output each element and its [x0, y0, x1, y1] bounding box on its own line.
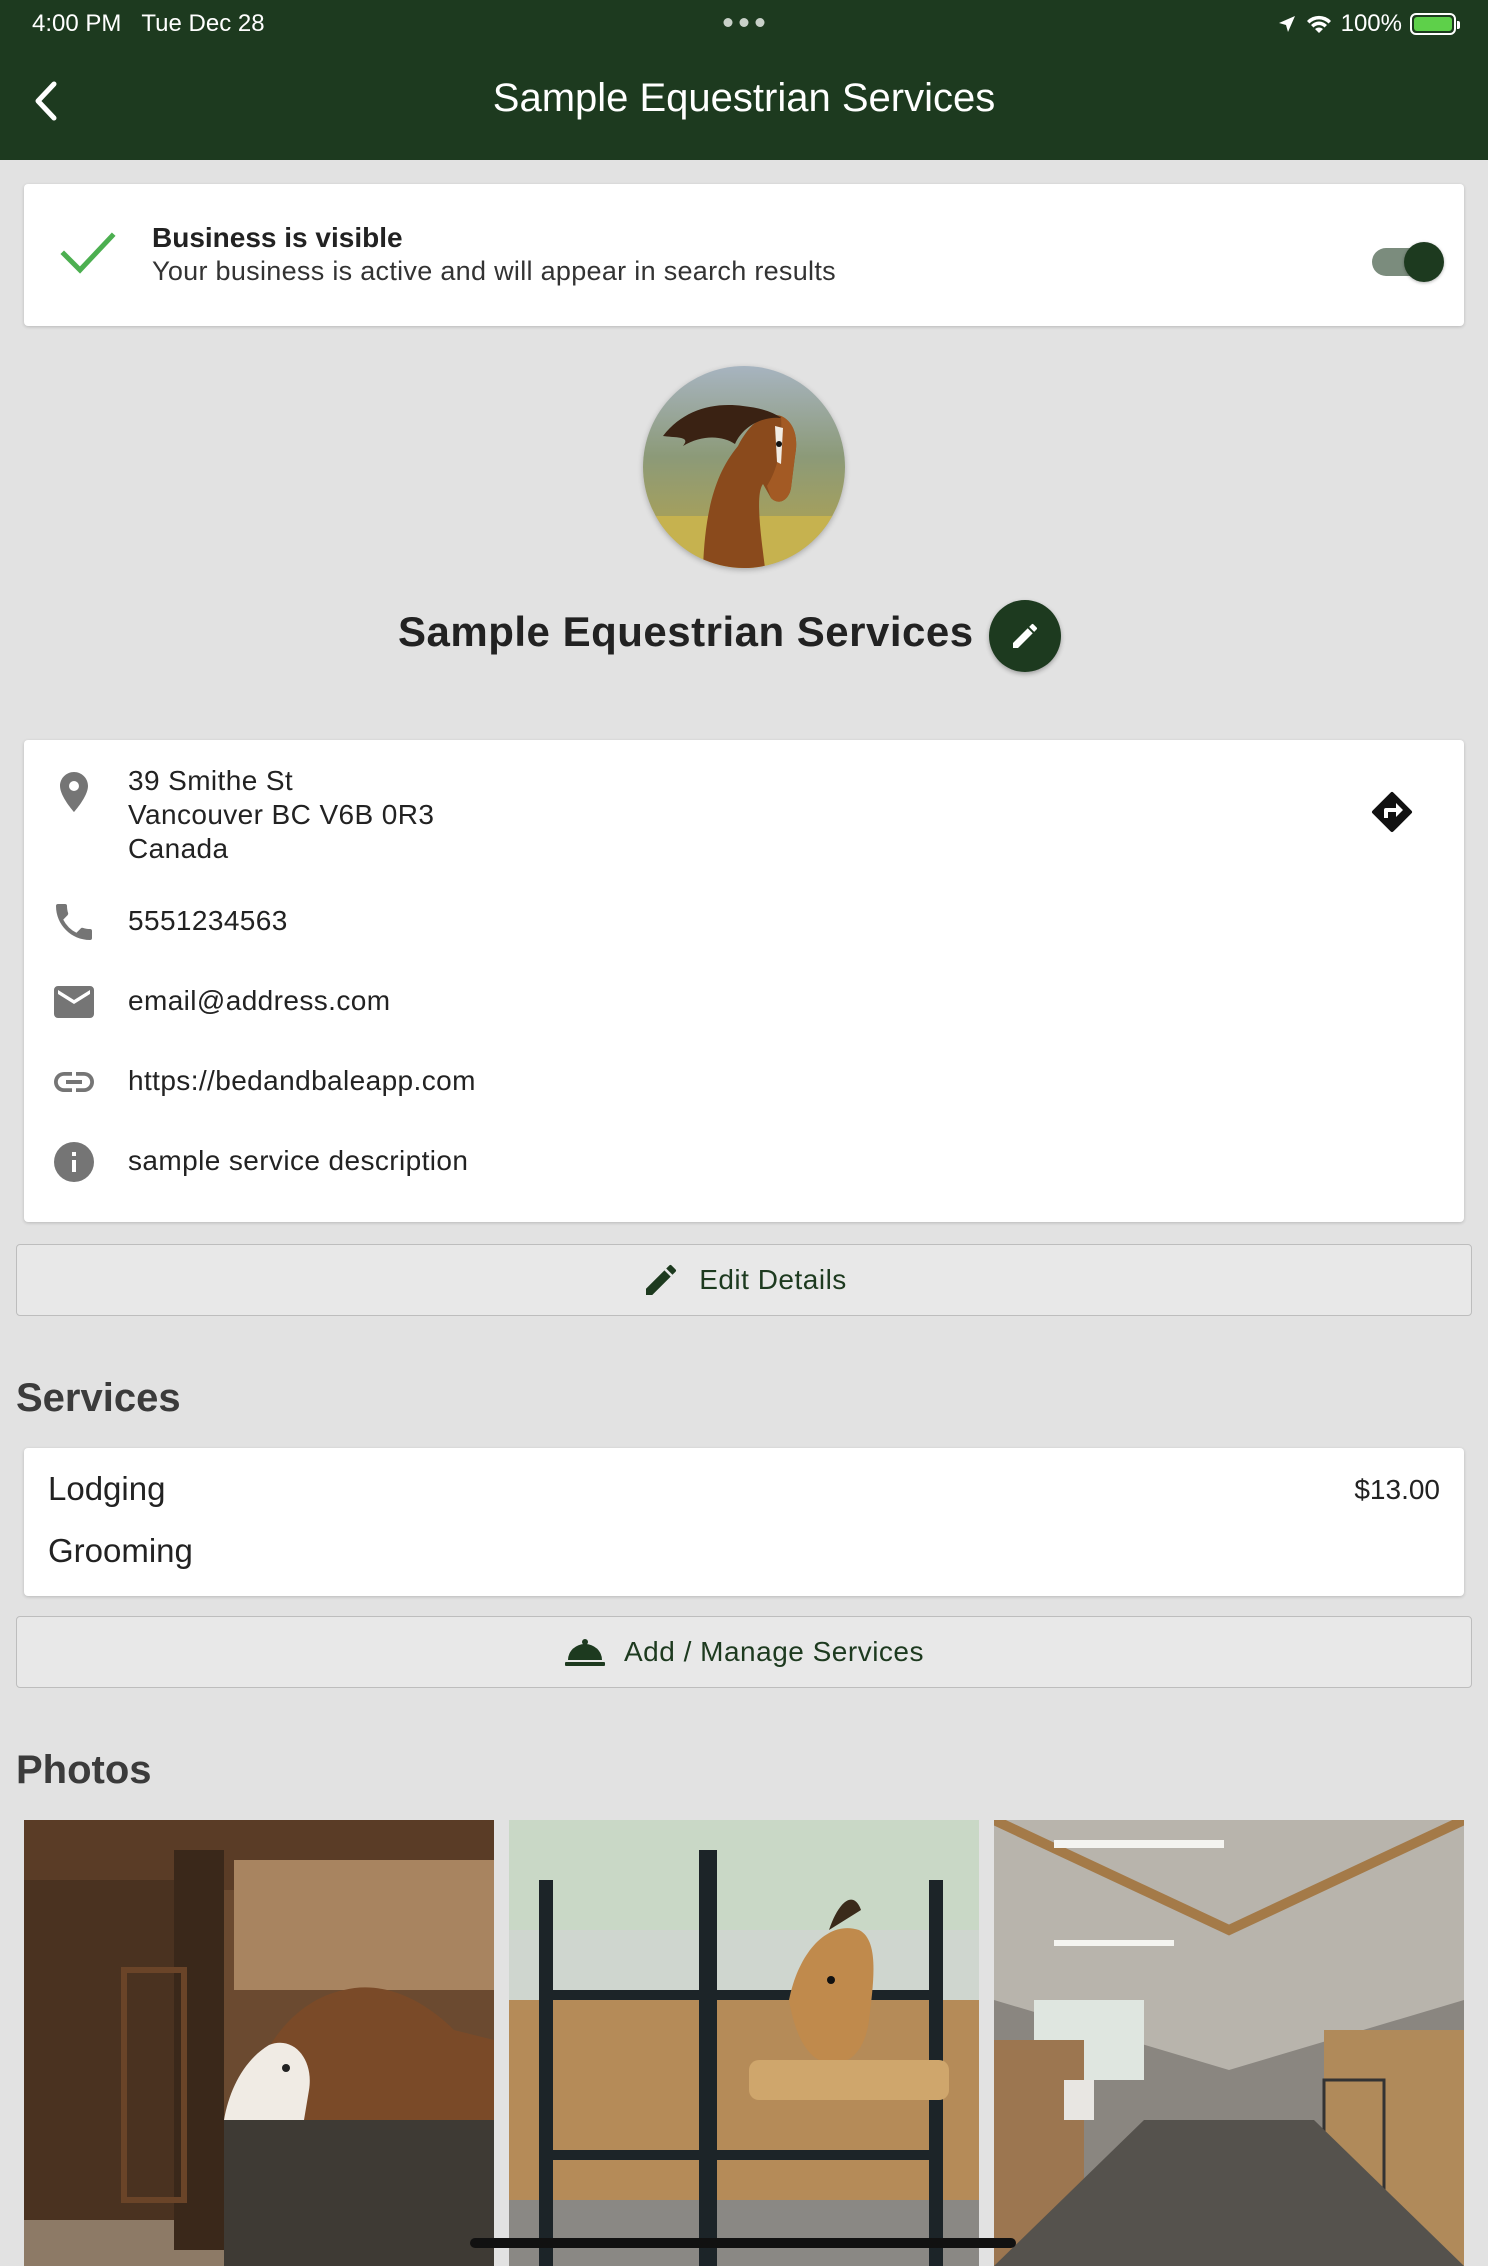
address-line2: Vancouver BC V6B 0R3	[128, 799, 435, 830]
visibility-toggle[interactable]	[1372, 236, 1444, 286]
visibility-subtitle: Your business is active and will appear …	[152, 256, 836, 286]
photo-thumbnail[interactable]	[24, 1820, 494, 2266]
link-icon	[54, 1072, 94, 1092]
battery-icon	[1410, 13, 1460, 35]
business-avatar[interactable]	[643, 366, 845, 568]
status-time-date: 4:00 PM Tue Dec 28	[32, 10, 265, 37]
services-card: Lodging $13.00 Grooming	[24, 1448, 1464, 1596]
address-line1: 39 Smithe St	[128, 765, 294, 796]
business-name: Sample Equestrian Services	[398, 608, 974, 655]
services-heading: Services	[16, 1376, 181, 1420]
description-text: sample service description	[128, 1145, 469, 1176]
page-title: Sample Equestrian Services	[492, 76, 996, 120]
stable-photo	[24, 1820, 494, 2266]
edit-details-button[interactable]: Edit Details	[16, 1244, 1472, 1316]
address-line3: Canada	[128, 833, 229, 864]
stall-photo	[509, 1820, 979, 2266]
directions-icon[interactable]	[1368, 788, 1416, 836]
service-name: Grooming	[48, 1532, 193, 1569]
check-icon	[60, 232, 116, 274]
top-app-bar: 4:00 PM Tue Dec 28 100% Sample Equestria…	[0, 0, 1488, 160]
pencil-icon	[1013, 623, 1038, 648]
pencil-icon	[646, 1264, 677, 1295]
phone-icon	[56, 904, 92, 940]
toggle-knob	[1404, 242, 1444, 282]
multitasking-dots-icon[interactable]	[723, 10, 765, 27]
location-arrow-icon	[1278, 16, 1295, 32]
location-pin-icon	[60, 772, 88, 812]
photo-thumbnail[interactable]	[994, 1820, 1464, 2266]
service-bell-icon	[565, 1639, 605, 1666]
manage-services-label: Add / Manage Services	[624, 1636, 924, 1667]
visibility-card: Business is visible Your business is act…	[24, 184, 1464, 326]
edit-details-label: Edit Details	[699, 1264, 847, 1295]
manage-services-button[interactable]: Add / Manage Services	[16, 1616, 1472, 1688]
address-text: 39 Smithe St Vancouver BC V6B 0R3 Canada	[128, 764, 434, 866]
status-right: 100%	[1277, 10, 1460, 38]
status-bar: 4:00 PM Tue Dec 28 100%	[32, 10, 1460, 40]
info-icon	[54, 1142, 94, 1182]
photo-thumbnail[interactable]	[509, 1820, 979, 2266]
service-price: $13.00	[1354, 1474, 1440, 1505]
battery-percent: 100%	[1340, 10, 1402, 37]
phone-text: 5551234563	[128, 905, 288, 936]
edit-business-button[interactable]	[989, 600, 1061, 672]
website-text: https://bedandbaleapp.com	[128, 1065, 476, 1096]
email-text: email@address.com	[128, 985, 391, 1016]
contact-info-card: 39 Smithe St Vancouver BC V6B 0R3 Canada…	[24, 740, 1464, 1222]
horse-photo	[643, 366, 845, 568]
home-indicator[interactable]	[470, 2238, 1016, 2248]
service-name: Lodging	[48, 1470, 166, 1507]
visibility-title: Business is visible	[152, 222, 403, 253]
email-icon	[54, 986, 94, 1018]
photos-heading: Photos	[16, 1748, 152, 1792]
barn-aisle-photo	[994, 1820, 1464, 2266]
wifi-icon	[1306, 15, 1331, 33]
